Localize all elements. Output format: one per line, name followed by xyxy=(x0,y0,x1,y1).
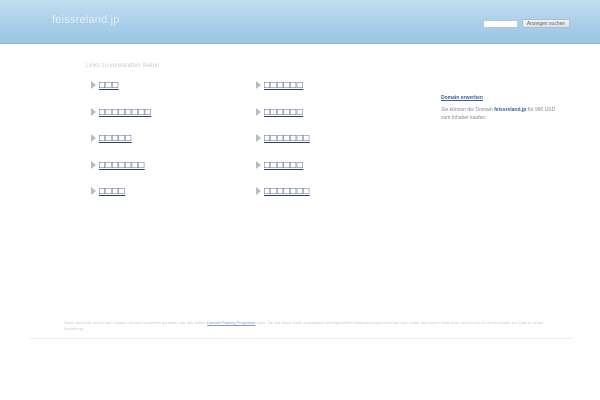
arrow-right-icon xyxy=(256,81,261,89)
related-link-label[interactable]: □□□ xyxy=(99,80,119,91)
domain-purchase-heading[interactable]: Domain erwerben xyxy=(441,95,483,101)
related-link-label[interactable]: □□□□□□ xyxy=(264,160,303,171)
related-link-label[interactable]: □□□□□□ xyxy=(264,80,303,91)
links-heading: Links zu verwandten Seiten xyxy=(86,63,160,69)
header-bar: feissreland.jp Anzeigen suchen xyxy=(0,0,600,44)
arrow-right-icon xyxy=(91,187,96,195)
site-title[interactable]: feissreland.jp xyxy=(52,14,120,26)
search-input[interactable] xyxy=(483,20,518,28)
arrow-right-icon xyxy=(91,81,96,89)
arrow-right-icon xyxy=(91,108,96,116)
related-link-label[interactable]: □□□□ xyxy=(99,186,125,197)
related-link[interactable]: □□□□□□□□ xyxy=(91,105,151,119)
footer-parking-link[interactable]: Domain Parking Programm xyxy=(207,320,255,325)
arrow-right-icon xyxy=(256,161,261,169)
arrow-right-icon xyxy=(256,134,261,142)
related-link-label[interactable]: □□□□□□□□ xyxy=(99,107,151,118)
related-link-label[interactable]: □□□□□□ xyxy=(264,107,303,118)
domain-purchase-text: Sie können die Domain feissreland.jp für… xyxy=(441,106,566,122)
search-button[interactable]: Anzeigen suchen xyxy=(522,19,570,28)
arrow-right-icon xyxy=(91,161,96,169)
related-link[interactable]: □□□□□□□ xyxy=(256,184,310,198)
related-link[interactable]: □□□□□□ xyxy=(256,105,303,119)
footer-text-before: Diese Webseite wurde vom Domain-Inhaber … xyxy=(64,320,208,325)
related-link[interactable]: □□□□□□□ xyxy=(91,158,145,172)
domain-text-before: Sie können die Domain xyxy=(441,107,495,113)
related-link-label[interactable]: □□□□□□□ xyxy=(264,133,310,144)
related-link[interactable]: □□□□□□ xyxy=(256,158,303,172)
related-link[interactable]: □□□ xyxy=(91,78,119,92)
footer-divider xyxy=(29,338,572,339)
arrow-right-icon xyxy=(256,108,261,116)
footer-disclaimer: Diese Webseite wurde vom Domain-Inhaber … xyxy=(64,320,554,332)
related-link[interactable]: □□□□□□ xyxy=(256,78,303,92)
related-link[interactable]: □□□□ xyxy=(91,184,125,198)
related-link[interactable]: □□□□□ xyxy=(91,131,132,145)
related-link-label[interactable]: □□□□□□□ xyxy=(264,186,310,197)
arrow-right-icon xyxy=(91,134,96,142)
domain-name: feissreland.jp xyxy=(494,107,527,113)
related-link-label[interactable]: □□□□□□□ xyxy=(99,160,145,171)
related-link-label[interactable]: □□□□□ xyxy=(99,133,132,144)
related-link[interactable]: □□□□□□□ xyxy=(256,131,310,145)
arrow-right-icon xyxy=(256,187,261,195)
